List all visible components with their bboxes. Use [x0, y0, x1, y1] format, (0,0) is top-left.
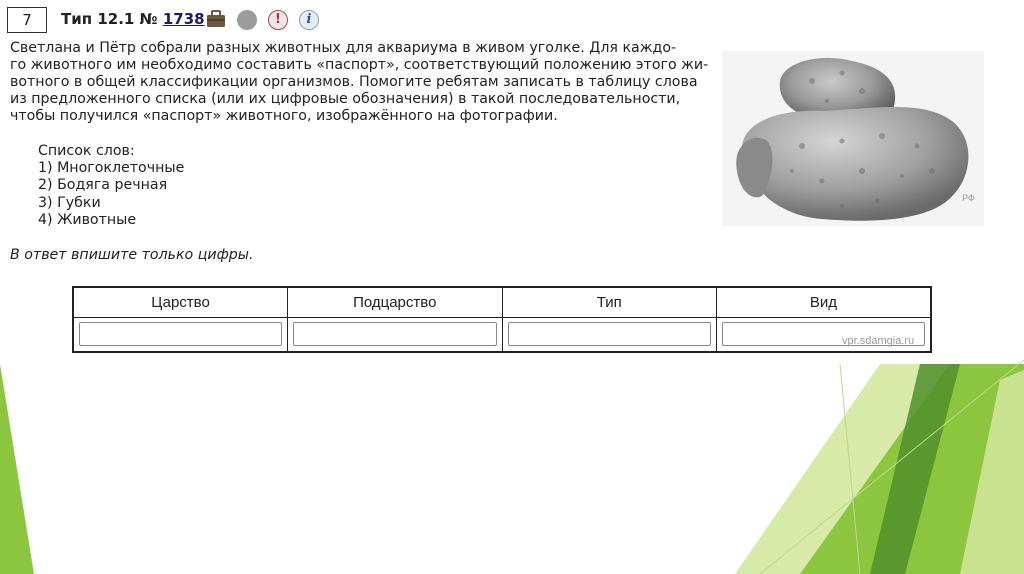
info-icon[interactable]	[299, 10, 319, 30]
list-item: 1) Многоклеточные	[38, 160, 185, 177]
status-circle-icon[interactable]	[237, 10, 257, 30]
subkingdom-input[interactable]	[293, 322, 497, 347]
answer-table: Царство Подцарство Тип Вид	[72, 286, 932, 353]
answer-instruction: В ответ впишите только цифры.	[10, 247, 254, 263]
header-kingdom: Царство	[72, 286, 288, 318]
task-text-line: из предложенного списка (или их цифровые…	[10, 91, 681, 107]
task-id-link[interactable]: 1738	[163, 10, 205, 28]
sponge-photo: РФ	[722, 51, 984, 226]
table-row	[72, 316, 932, 353]
photo-watermark: РФ	[962, 193, 975, 203]
word-list: Список слов: 1) Многоклеточные 2) Бодяга…	[38, 143, 184, 229]
task-text-line: чтобы получился «паспорт» животного, изо…	[10, 108, 558, 124]
list-item: 3) Губки	[38, 194, 101, 211]
table-header-row: Царство Подцарство Тип Вид	[72, 286, 932, 318]
task-text-line: Светлана и Пётр собрали разных животных …	[10, 40, 677, 56]
word-list-title: Список слов:	[38, 143, 135, 159]
list-item: 4) Животные	[38, 211, 137, 228]
report-error-icon[interactable]	[268, 10, 288, 30]
list-item: 2) Бодяга речная	[38, 177, 168, 194]
cell-subkingdom	[287, 316, 503, 353]
task-text-line: вотного в общей классификации организмов…	[10, 74, 698, 90]
header-species: Вид	[716, 286, 932, 318]
header-subkingdom: Подцарство	[287, 286, 503, 318]
task-text-line: го животного им необходимо составить «па…	[10, 57, 709, 73]
header-phylum: Тип	[501, 286, 717, 318]
task-text: Светлана и Пётр собрали разных животных …	[10, 40, 710, 125]
cell-kingdom	[72, 316, 288, 353]
cell-species	[716, 316, 932, 353]
phylum-input[interactable]	[507, 322, 711, 347]
task-title: Тип 12.1 № 1738	[61, 10, 205, 28]
cell-phylum	[501, 316, 717, 353]
kingdom-input[interactable]	[79, 322, 282, 347]
task-type-label: Тип 12.1 №	[61, 10, 158, 28]
left-green-stripe	[0, 364, 34, 574]
briefcase-icon[interactable]	[206, 10, 226, 28]
task-panel: 7 Тип 12.1 № 1738 Светлана и Пётр собрал…	[0, 0, 1007, 364]
task-number-box: 7	[7, 7, 47, 33]
species-input[interactable]	[722, 322, 925, 347]
